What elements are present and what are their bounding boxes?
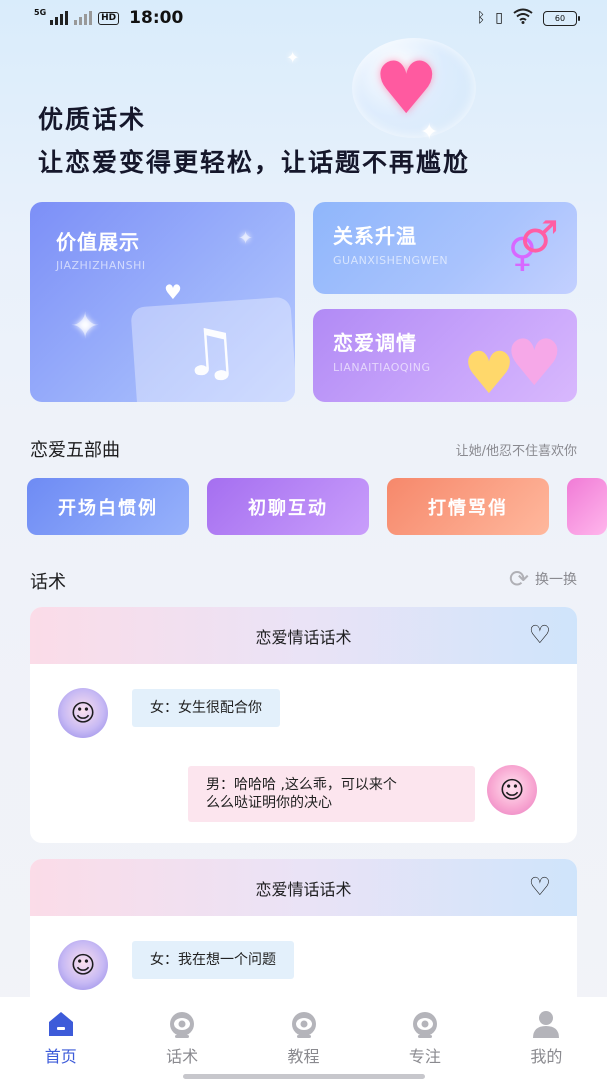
- favorite-heart-icon[interactable]: ♡: [529, 622, 551, 648]
- sparkle-icon: ✦: [238, 228, 254, 249]
- robot-icon: [167, 1009, 197, 1039]
- tab-home[interactable]: 首页: [0, 997, 121, 1080]
- hero-title: 优质话术: [38, 105, 147, 134]
- tab-tutorial[interactable]: 教程: [243, 997, 364, 1080]
- battery-icon: 60: [543, 10, 580, 26]
- avatar-female: ☺: [58, 688, 108, 738]
- talk-card-header: 恋爱情话话术 ♡: [30, 859, 577, 916]
- card-pinyin: GUANXISHENGWEN: [333, 254, 449, 267]
- heart-icon: ♥: [164, 280, 182, 304]
- tab-focus[interactable]: 专注: [364, 997, 485, 1080]
- sparkle-icon: ✦: [70, 306, 101, 347]
- bluetooth-icon: ᛒ: [476, 10, 486, 26]
- home-indicator[interactable]: [183, 1074, 425, 1079]
- music-note-icon: ♫: [179, 314, 242, 393]
- heart-bubble-illustration: ♥: [352, 38, 476, 138]
- person-icon: [531, 1009, 561, 1039]
- male-symbol-icon: ♂: [519, 212, 559, 263]
- heart-icon: ♥: [463, 339, 515, 402]
- message-male: 男：哈哈哈 ,这么乖，可以来个 么么哒证明你的决心: [188, 766, 475, 822]
- tab-talk[interactable]: 话术: [121, 997, 242, 1080]
- hero-subtitle: 让恋爱变得更轻松，让话题不再尴尬: [38, 148, 471, 177]
- home-icon: [46, 1009, 76, 1039]
- talk-card[interactable]: 恋爱情话话术 ♡ ☺ 女：我在想一个问题: [30, 859, 577, 1009]
- sparkle-icon: ✦: [286, 48, 300, 67]
- talk-card-header: 恋爱情话话术 ♡: [30, 607, 577, 664]
- tab-mine[interactable]: 我的: [486, 997, 607, 1080]
- talk-card-title: 恋爱情话话术: [255, 627, 352, 647]
- sparkle-icon: ✦: [420, 120, 439, 145]
- refresh-icon: ⟳: [508, 565, 529, 593]
- tab-label: 首页: [44, 1047, 77, 1066]
- wifi-icon: [513, 8, 533, 28]
- tab-label: 话术: [166, 1047, 199, 1066]
- tab-label: 教程: [287, 1047, 320, 1066]
- vibrate-icon: ▯: [495, 10, 503, 26]
- card-pinyin: LIANAITIAOQING: [333, 361, 431, 374]
- network-type: 5G: [34, 8, 47, 17]
- series-item-banter[interactable]: 打情骂俏: [387, 478, 549, 535]
- signal-icon-secondary: [74, 11, 93, 25]
- talk-card[interactable]: 恋爱情话话术 ♡ ☺ 女：女生很配合你 男：哈哈哈 ,这么乖，可以来个 么么哒证…: [30, 607, 577, 843]
- tab-label: 我的: [530, 1047, 563, 1066]
- favorite-heart-icon[interactable]: ♡: [529, 874, 551, 900]
- card-title: 价值展示: [56, 230, 140, 254]
- card-title: 恋爱调情: [333, 331, 417, 355]
- bottom-tab-bar: 首页 话术 教程 专注 我的: [0, 997, 607, 1080]
- status-time: 18:00: [129, 8, 184, 28]
- section-title-talk: 话术: [30, 572, 66, 593]
- status-bar: 5G HD 18:00 ᛒ ▯ 60: [0, 0, 607, 36]
- series-item-opening[interactable]: 开场白惯例: [27, 478, 189, 535]
- message-male-line: 么么哒证明你的决心: [206, 795, 332, 811]
- avatar-female: ☺: [58, 940, 108, 990]
- card-pinyin: JIAZHIZHANSHI: [56, 259, 146, 272]
- robot-icon: [410, 1009, 440, 1039]
- card-flirting[interactable]: 恋爱调情 LIANAITIAOQING ♥ ♥: [313, 309, 577, 402]
- section-note: 让她/他忍不住喜欢你: [455, 444, 577, 459]
- section-title-series: 恋爱五部曲: [30, 440, 120, 461]
- message-female: 女：我在想一个问题: [132, 941, 294, 979]
- hearts-illustration: ♥ ♥: [463, 327, 563, 402]
- card-relationship-warming[interactable]: 关系升温 GUANXISHENGWEN ♀ ♂: [313, 202, 577, 294]
- signal-icon: [50, 11, 69, 25]
- talk-card-title: 恋爱情话话术: [255, 879, 352, 899]
- robot-icon: [289, 1009, 319, 1039]
- message-female: 女：女生很配合你: [132, 689, 280, 727]
- hd-icon: HD: [98, 11, 120, 25]
- series-item-first-chat[interactable]: 初聊互动: [207, 478, 369, 535]
- avatar-male: ☺: [487, 765, 537, 815]
- tab-label: 专注: [408, 1047, 441, 1066]
- card-value-display[interactable]: 价值展示 JIAZHIZHANSHI ✦ ✦ ♥ ♫: [30, 202, 295, 402]
- refresh-label: 换一换: [535, 572, 577, 588]
- series-list: 开场白惯例 初聊互动 打情骂俏: [27, 478, 607, 536]
- refresh-button[interactable]: ⟳ 换一换: [509, 565, 577, 593]
- message-male-line: 男：哈哈哈 ,这么乖，可以来个: [206, 777, 397, 793]
- heart-icon: ♥: [374, 46, 439, 130]
- card-title: 关系升温: [333, 224, 417, 248]
- series-item-more[interactable]: [567, 478, 607, 535]
- music-note-illustration: ♫: [130, 296, 295, 402]
